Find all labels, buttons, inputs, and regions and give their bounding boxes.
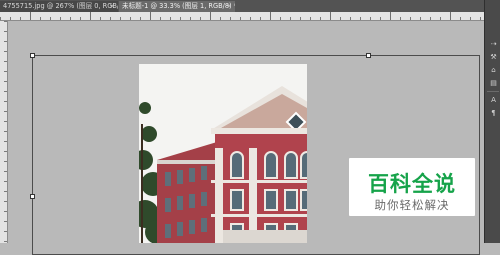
- tab-document-1[interactable]: 4755715.jpg @ 267% (图层 0, RGB/8) * ×: [0, 1, 118, 12]
- transform-handle[interactable]: [366, 53, 371, 58]
- vertical-ruler[interactable]: [0, 21, 8, 243]
- close-icon[interactable]: ×: [109, 1, 115, 12]
- transform-handle[interactable]: [30, 194, 35, 199]
- tab-label: 未标题-1 @ 33.3% (图层 1, RGB/8) *: [122, 2, 235, 10]
- tab-label: 4755715.jpg @ 267% (图层 0, RGB/8) *: [3, 2, 118, 10]
- horizontal-ruler[interactable]: [0, 12, 484, 21]
- paragraph-tool-icon[interactable]: ¶: [488, 109, 499, 118]
- building-illustration: [139, 64, 307, 243]
- watermark-logo: 百科全说 助你轻松解决: [349, 158, 475, 216]
- tab-document-2[interactable]: 未标题-1 @ 33.3% (图层 1, RGB/8) * ×: [119, 1, 235, 12]
- watermark-title: 百科全说: [368, 172, 456, 196]
- building-photo: [139, 64, 307, 243]
- watermark-subtitle: 助你轻松解决: [374, 198, 450, 212]
- stamp-tool-icon[interactable]: ▤: [488, 79, 499, 88]
- transform-handle[interactable]: [30, 53, 35, 58]
- type-tool-icon[interactable]: A: [488, 96, 499, 105]
- close-icon[interactable]: ×: [226, 1, 232, 12]
- clone-tool-icon[interactable]: ⌂: [488, 66, 499, 75]
- move-tool-icon[interactable]: ⇢: [488, 40, 499, 49]
- brush-tool-icon[interactable]: ⚒: [488, 53, 499, 62]
- tool-panel: ⇢ ⚒ ⌂ ▤ A ¶: [484, 0, 500, 243]
